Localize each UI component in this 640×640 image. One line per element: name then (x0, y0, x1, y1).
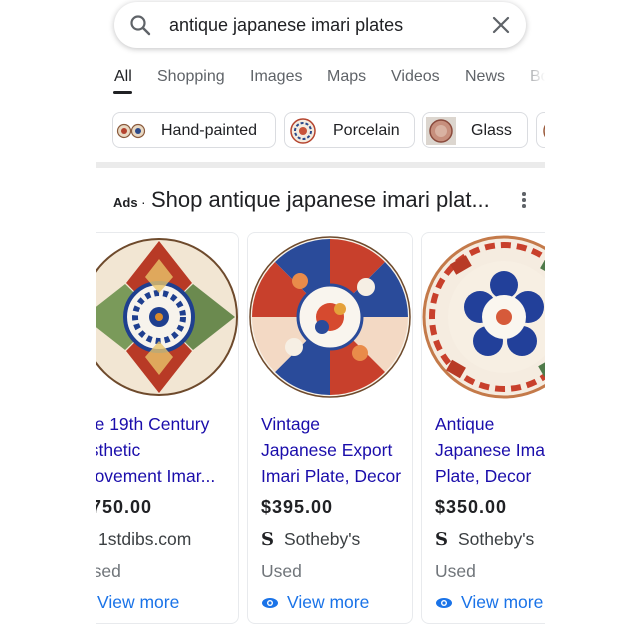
merchant-name: Sotheby's (284, 529, 361, 549)
eye-icon (262, 598, 278, 609)
merchant: S Sotheby's (261, 529, 360, 550)
section-divider (96, 162, 545, 168)
ads-heading: Shop antique japanese imari plat... (151, 187, 490, 212)
view-more-link[interactable]: View more (261, 592, 369, 613)
tab-shopping[interactable]: Shopping (157, 68, 225, 86)
tab-news[interactable]: News (465, 68, 505, 86)
product-title[interactable]: Antique Japanese Imari Plate, Decor (435, 411, 545, 489)
merchant: S Sotheby's (435, 529, 534, 550)
ads-separator: · (141, 194, 146, 210)
product-title[interactable]: Vintage Japanese Export Imari Plate, Dec… (261, 411, 411, 489)
product-card[interactable]: Vintage Japanese Export Imari Plate, Dec… (247, 232, 413, 624)
product-title[interactable]: ate 19th Century esthetic Movement Imar.… (96, 411, 230, 489)
search-bar[interactable]: antique japanese imari plates (114, 2, 526, 48)
tab-images[interactable]: Images (250, 68, 302, 86)
plate-thumbnail-icon (290, 118, 316, 144)
search-icon[interactable] (128, 13, 152, 37)
plate-thumbnail-icon (426, 117, 456, 145)
chip-hand-painted[interactable]: Hand-painted (112, 112, 276, 148)
view-more-link[interactable]: View more (96, 592, 179, 613)
product-card[interactable]: ate 19th Century esthetic Movement Imar.… (96, 232, 239, 624)
product-image (96, 235, 238, 399)
product-card[interactable]: Antique Japanese Imari Plate, Decor $350… (421, 232, 545, 624)
chip-more[interactable] (536, 112, 545, 148)
product-price: $395.00 (261, 497, 334, 517)
more-options-icon[interactable] (518, 190, 530, 210)
eye-icon (436, 598, 452, 609)
product-image (422, 235, 545, 399)
tab-videos[interactable]: Videos (391, 68, 440, 86)
view-more-link[interactable]: View more (435, 592, 543, 613)
product-carousel: ate 19th Century esthetic Movement Imar.… (96, 232, 545, 627)
product-condition: Used (261, 561, 302, 581)
chip-label: Glass (471, 122, 512, 139)
ads-label: Ads (113, 195, 138, 210)
merchant-logo-icon: S (435, 529, 448, 550)
chip-porcelain[interactable]: Porcelain (284, 112, 415, 148)
search-tabs: All Shopping Images Maps Videos News Bo (96, 64, 545, 94)
plate-thumbnail-icon (543, 124, 545, 138)
view-more-label: View more (461, 592, 544, 612)
product-price: $750.00 (96, 497, 153, 517)
chip-label: Hand-painted (161, 122, 258, 139)
view-more-label: View more (97, 592, 180, 612)
tab-maps[interactable]: Maps (327, 68, 366, 86)
view-more-label: View more (287, 592, 370, 612)
merchant-name: Sotheby's (458, 529, 535, 549)
product-price: $350.00 (435, 497, 508, 517)
merchant: D1stdibs.com (96, 529, 191, 550)
close-icon[interactable] (490, 14, 512, 36)
active-tab-indicator (113, 91, 132, 94)
merchant-name: 1stdibs.com (98, 529, 192, 549)
plates-thumbnail-icon (116, 123, 146, 139)
product-condition: Used (96, 561, 121, 581)
chip-label: Porcelain (333, 122, 400, 139)
tab-all[interactable]: All (114, 68, 132, 86)
product-image (248, 235, 412, 399)
merchant-logo-icon: S (261, 529, 274, 550)
chip-glass[interactable]: Glass (422, 112, 528, 148)
filter-chips: Hand-painted Porcelain Glass (96, 112, 545, 152)
product-condition: Used (435, 561, 476, 581)
search-input[interactable]: antique japanese imari plates (169, 15, 403, 36)
